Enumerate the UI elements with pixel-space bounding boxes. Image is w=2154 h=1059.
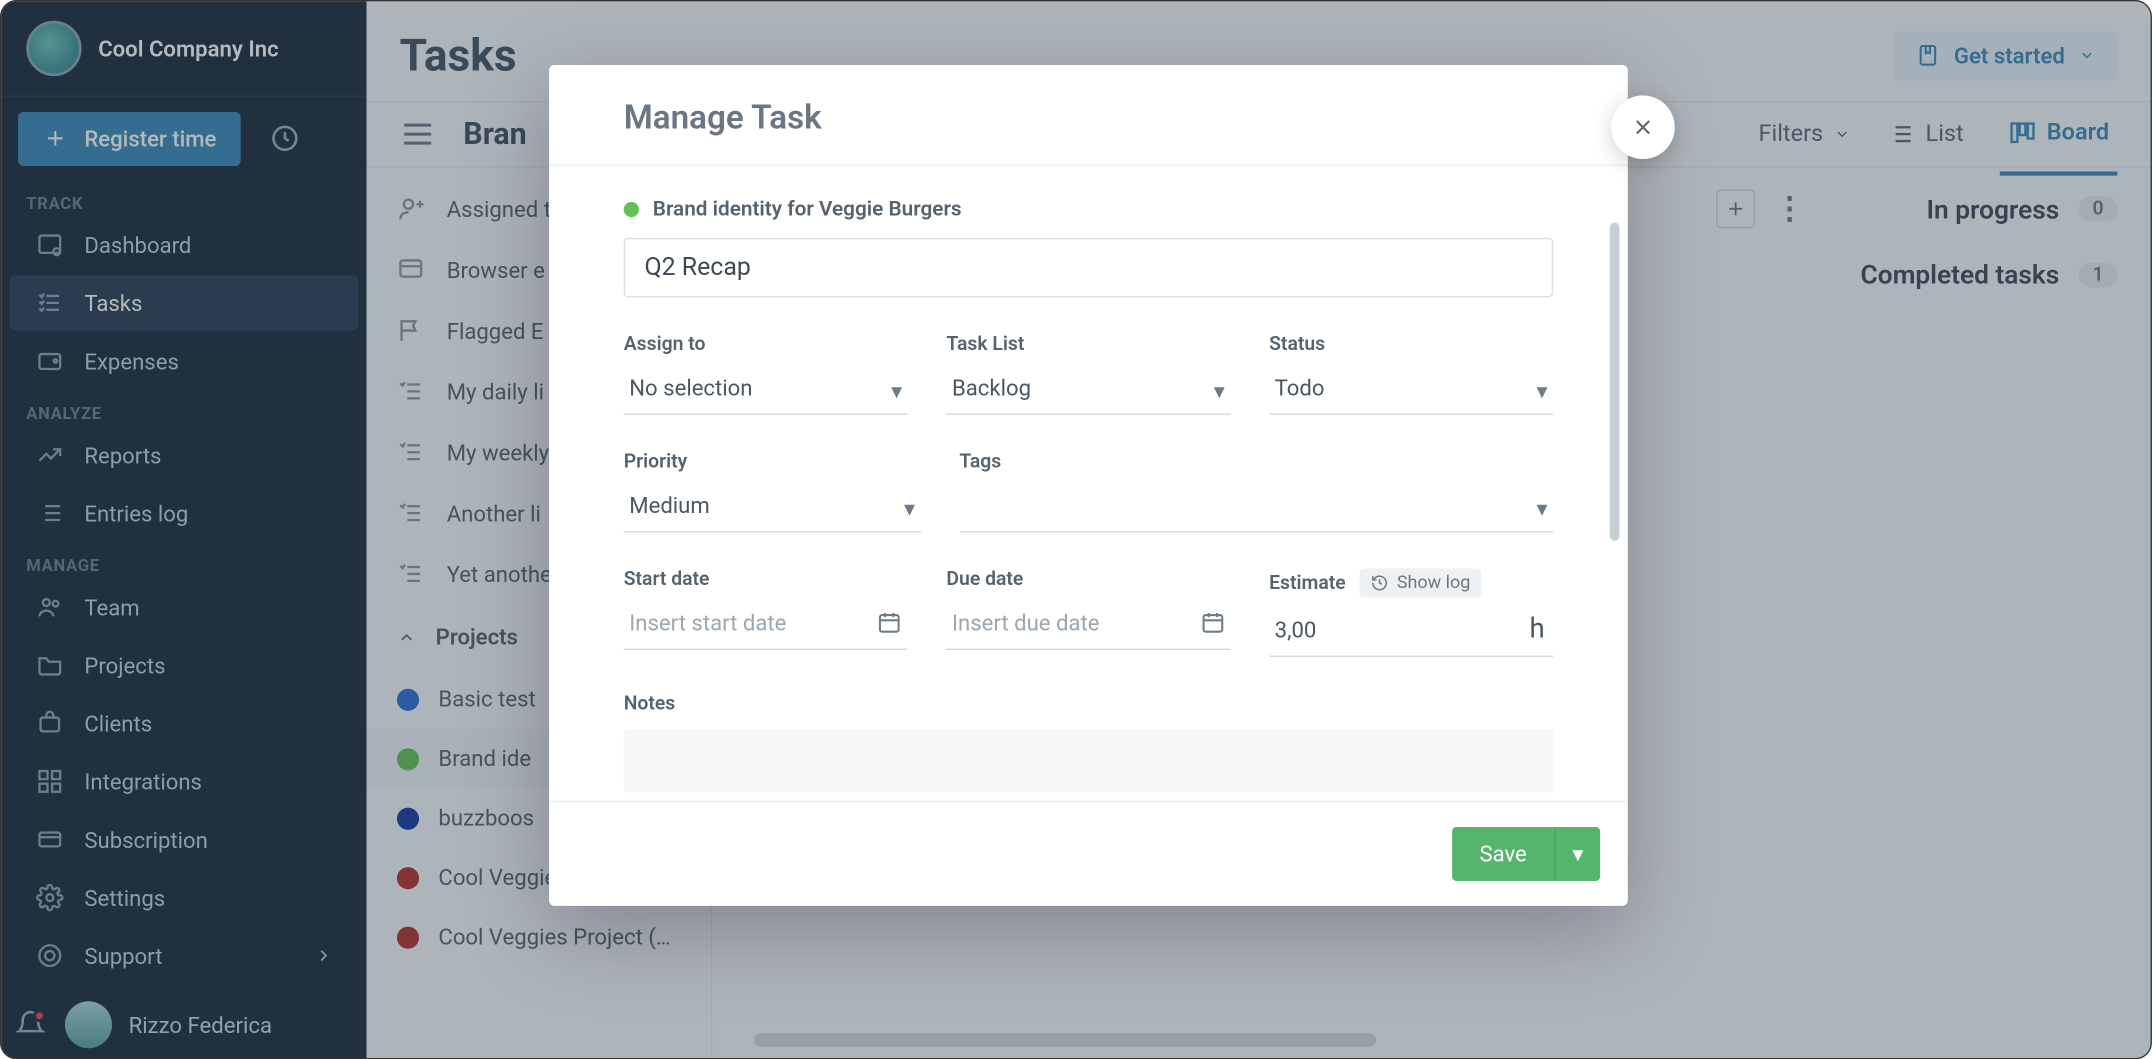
calendar-icon [877, 610, 902, 635]
modal-title: Manage Task [624, 98, 1553, 137]
status-select[interactable]: Todo [1269, 364, 1553, 415]
notes-input[interactable] [624, 729, 1553, 793]
assign-select[interactable]: No selection [624, 364, 908, 415]
task-name-input[interactable] [624, 238, 1553, 297]
history-icon [1371, 574, 1389, 592]
status-label: Status [1269, 333, 1553, 355]
save-dropdown-button[interactable]: ▾ [1554, 827, 1600, 881]
modal-close-button[interactable] [1611, 95, 1675, 159]
priority-label: Priority [624, 451, 921, 473]
project-name-label: Brand identity for Veggie Burgers [653, 196, 962, 221]
estimate-unit: h [1530, 611, 1545, 644]
chevron-down-icon: ▾ [1572, 841, 1583, 867]
tags-label: Tags [959, 451, 1553, 473]
close-icon [1631, 115, 1656, 140]
modal-scrollbar[interactable] [1610, 223, 1620, 541]
show-log-button[interactable]: Show log [1360, 568, 1482, 597]
save-button[interactable]: Save [1452, 827, 1555, 881]
tasklist-select[interactable]: Backlog [946, 364, 1230, 415]
tags-select[interactable] [959, 481, 1553, 532]
due-date-input[interactable] [946, 599, 1230, 650]
start-date-input[interactable] [624, 599, 908, 650]
due-date-label: Due date [946, 568, 1230, 590]
start-date-label: Start date [624, 568, 908, 590]
project-color-dot [624, 201, 639, 216]
notes-label: Notes [624, 693, 1553, 715]
priority-select[interactable]: Medium [624, 481, 921, 532]
estimate-label: Estimate [1269, 572, 1346, 594]
manage-task-modal: Manage Task Brand identity for Veggie Bu… [549, 65, 1628, 906]
tasklist-label: Task List [946, 333, 1230, 355]
show-log-label: Show log [1397, 573, 1471, 594]
estimate-input[interactable] [1269, 606, 1553, 657]
calendar-icon [1200, 610, 1225, 635]
assign-label: Assign to [624, 333, 908, 355]
